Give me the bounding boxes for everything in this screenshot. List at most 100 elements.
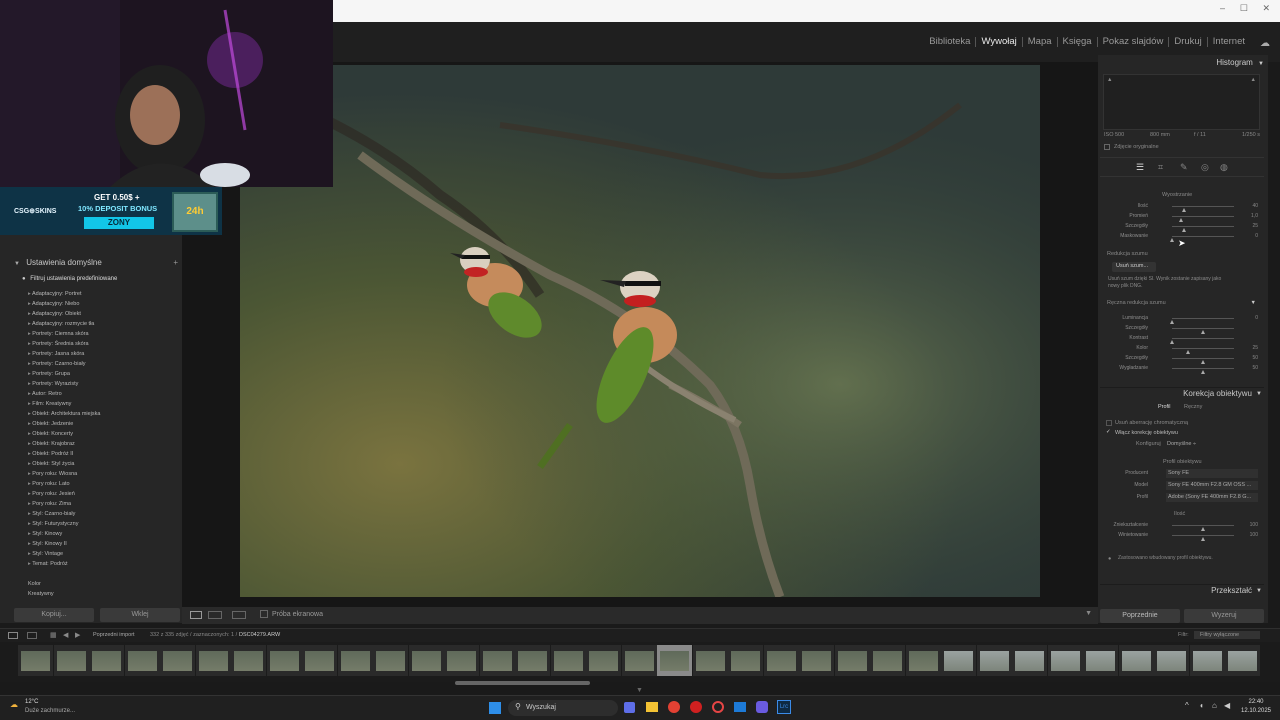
slider-value[interactable]: 1,0 [1236,213,1258,219]
preset-item[interactable]: ▸ Adaptacyjny: Obiekt [28,311,81,317]
highlight-clip-icon[interactable]: ▲ [1251,77,1256,83]
opera-icon[interactable] [690,701,702,713]
masking-icon[interactable]: ◍ [1220,162,1228,173]
lens-field-select[interactable]: Adobe (Sony FE 400mm F2.8 G... [1166,493,1258,502]
slider-track[interactable] [1172,206,1234,212]
original-checkbox[interactable] [1104,144,1110,150]
add-preset-icon[interactable]: + [173,258,178,267]
preset-item[interactable]: ▸ Portrety: Grupa [28,371,70,377]
shadow-clip-icon[interactable]: ▲ [1107,77,1112,83]
chrome-icon[interactable] [668,701,680,713]
filmstrip-thumbnail[interactable] [1012,645,1047,676]
slider-track[interactable] [1172,226,1234,232]
cloud-icon[interactable]: ☁ [1260,38,1270,49]
preset-item[interactable]: ▸ Pory roku: Wiosna [28,471,77,477]
filmstrip-thumbnail[interactable] [53,645,89,676]
slider-value[interactable]: 0 [1236,233,1258,239]
preset-item[interactable]: ▸ Adaptacyjny: Portret [28,291,82,297]
filmstrip-thumbnail[interactable] [870,645,905,676]
ca-checkbox[interactable] [1106,420,1112,426]
filmstrip-thumbnail[interactable] [657,645,692,676]
grid-view-icon[interactable]: ▦ [50,631,57,639]
slider-value[interactable]: 0 [1236,315,1258,321]
presets-header[interactable]: ▼ Ustawienia domyślne + [14,258,180,274]
toolbar-menu-icon[interactable]: ▼ [1085,610,1092,617]
original-photo-option[interactable]: Zdjęcie oryginalne [1104,144,1254,152]
slider-track[interactable] [1172,535,1234,541]
preset-item[interactable]: ▸ Styl: Kinowy II [28,541,67,547]
slider-track[interactable] [1172,368,1234,374]
compare-view-icon[interactable] [208,611,222,619]
filmstrip-thumbnail[interactable] [373,645,408,676]
source-label[interactable]: Poprzedni import [93,632,135,638]
slider-value[interactable]: 25 [1236,223,1258,229]
filmstrip-thumbnail[interactable] [550,645,586,676]
mail-icon[interactable] [734,702,746,712]
histogram-header[interactable]: Histogram ▼ [1100,58,1264,70]
filmstrip-thumbnail[interactable] [266,645,302,676]
main-photo[interactable] [240,65,1040,597]
tray-chevron-icon[interactable]: ^ [1185,701,1189,710]
module-internet[interactable]: Internet [1208,37,1250,47]
filmstrip-thumbnail[interactable] [692,645,728,676]
preset-item[interactable]: ▸ Obiekt: Krajobraz [28,441,75,447]
preset-group[interactable]: Kolor [28,581,41,587]
red-eye-icon[interactable]: ◎ [1201,162,1209,173]
slider-knob[interactable] [1170,238,1174,242]
forward-arrow-icon[interactable]: ▶ [75,631,80,639]
slider-value[interactable]: 40 [1236,203,1258,209]
preset-item[interactable]: ▸ Autor: Retro [28,391,62,397]
filmstrip-thumbnail[interactable] [1225,645,1260,676]
filmstrip-thumbnail[interactable] [18,645,53,676]
lens-field-select[interactable]: Sony FE 400mm F2.8 GM OSS ... [1166,481,1258,490]
selected-filename[interactable]: DSC04279.ARW [239,632,280,638]
close-button[interactable]: ✕ [1262,3,1270,14]
preset-item[interactable]: ▸ Pory roku: Lato [28,481,70,487]
slider-track[interactable] [1172,348,1234,354]
preset-item[interactable]: ▸ Pory roku: Zima [28,501,71,507]
filmstrip-thumbnail[interactable] [302,645,337,676]
module-ksiega[interactable]: Księga [1058,37,1098,47]
volume-icon[interactable]: ◀ [1224,701,1230,710]
collapse-bottom-icon[interactable]: ▼ [636,687,643,694]
slider-track[interactable] [1170,318,1234,324]
clock-date[interactable]: 12.10.2025 [1241,708,1271,714]
copy-button[interactable]: Kopiuj... [14,608,94,622]
filmstrip-thumbnail[interactable] [1083,645,1118,676]
healing-icon[interactable]: ✎ [1180,162,1188,173]
preset-item[interactable]: ▸ Obiekt: Architektura miejska [28,411,100,417]
filmstrip-thumbnail[interactable] [124,645,160,676]
preset-item[interactable]: ▸ Portrety: Średnia skóra [28,341,89,347]
filmstrip-thumbnail[interactable] [408,645,444,676]
preset-item[interactable]: ▸ Adaptacyjny: Niebo [28,301,79,307]
banner-cta[interactable]: ZONY [84,217,154,229]
filmstrip-thumbnail[interactable] [976,645,1012,676]
slider-value[interactable]: 100 [1236,522,1258,528]
edit-sliders-icon[interactable]: ☰ [1136,162,1144,173]
module-biblioteka[interactable]: Biblioteka [924,37,977,47]
filmstrip-thumbnail[interactable] [515,645,550,676]
filmstrip-thumbnail[interactable] [231,645,266,676]
before-after-icon[interactable] [232,611,246,619]
module-wywolaj[interactable]: Wywołaj [976,37,1023,47]
preset-item[interactable]: ▸ Obiekt: Jedzenie [28,421,73,427]
filmstrip-thumbnail[interactable] [195,645,231,676]
filmstrip-thumbnail[interactable] [586,645,621,676]
tab-profil[interactable]: Profil [1158,404,1171,410]
filmstrip-scrollbar[interactable] [455,681,590,685]
manual-noise-toggle-icon[interactable]: ▼ [1251,300,1256,306]
slider-track[interactable] [1172,358,1234,364]
slider-track[interactable] [1172,525,1234,531]
transform-header[interactable]: Przekształć ▼ [1100,584,1264,596]
histogram[interactable]: ▲ ▲ [1103,74,1260,130]
teams-icon[interactable] [624,702,635,713]
main-window-icon[interactable] [8,632,18,639]
slider-value[interactable]: 25 [1236,345,1258,351]
search-box[interactable]: ⚲ Wyszukaj [508,700,618,716]
filmstrip-thumbnail[interactable] [834,645,870,676]
slider-track[interactable] [1170,338,1234,344]
second-window-icon[interactable] [27,632,37,639]
slider-value[interactable]: 50 [1236,355,1258,361]
lens-correction-header[interactable]: Korekcja obiektywu ▼ [1100,387,1264,399]
minimize-button[interactable]: – [1220,3,1225,13]
